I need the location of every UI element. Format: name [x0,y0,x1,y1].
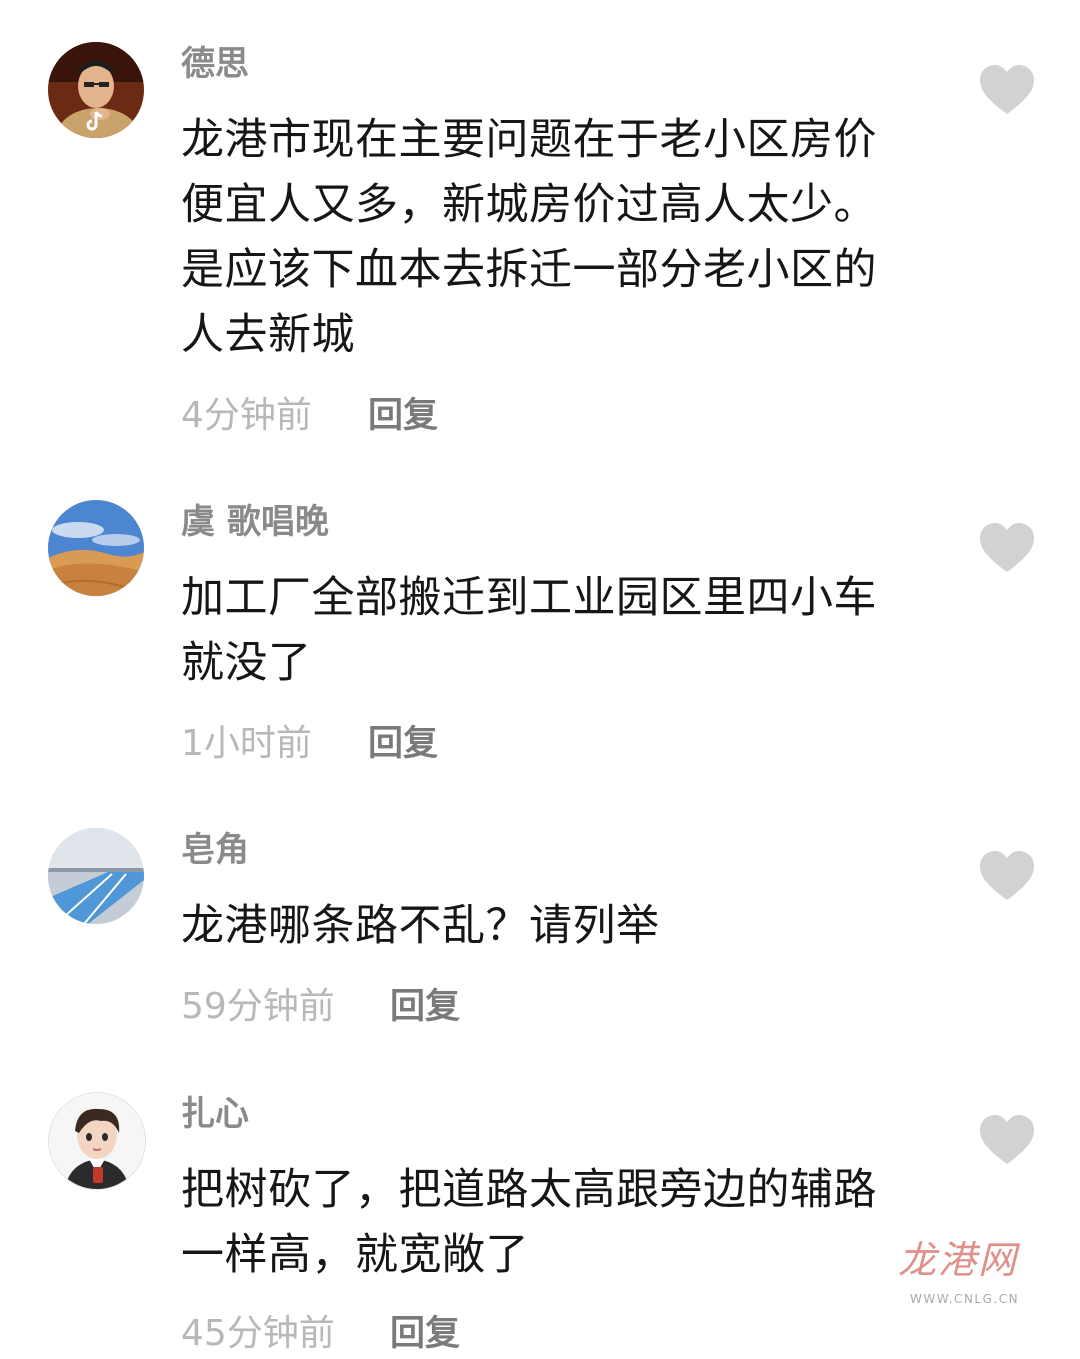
comment-text: 加工厂全部搬迁到工业园区里四小车 就没了 [181,573,877,688]
heart-icon [980,523,1034,572]
timestamp: 59分钟前 [181,986,335,1027]
reply-button[interactable]: 回复 [368,722,438,766]
timestamp: 45分钟前 [181,1313,335,1354]
username[interactable]: 德思 [181,44,249,84]
like-button[interactable] [978,64,1036,116]
like-button[interactable] [978,1114,1036,1166]
username[interactable]: 扎心 [181,1094,249,1134]
heart-icon [980,851,1034,900]
cartoon-boy-icon [49,1093,145,1189]
comment-text: 龙港市现在主要问题在于老小区房价 便宜人又多，新城房价过高人太少。 是应该下血本… [181,115,877,360]
site-watermark: 龙港网 WWW.CNLG.CN [898,1236,1038,1310]
heart-icon [980,1115,1034,1164]
heart-icon [980,65,1034,114]
comment-text: 把树砍了，把道路太高跟旁边的辅路 一样高，就宽敞了 [181,1165,877,1280]
like-button[interactable] [978,522,1036,574]
avatar[interactable] [48,500,144,596]
reply-button[interactable]: 回复 [390,1312,460,1356]
timestamp: 4分钟前 [181,395,312,436]
watermark-logo: 龙港网 [898,1238,1019,1282]
reply-button[interactable]: 回复 [368,394,438,438]
reply-button[interactable]: 回复 [390,985,460,1029]
watermark-url: WWW.CNLG.CN [910,1292,1020,1306]
blue-road-icon [48,828,144,924]
username[interactable]: 皂角 [181,830,249,870]
timestamp: 1小时前 [181,723,312,764]
username[interactable]: 虞 歌唱晚 [181,502,329,542]
comment-text: 龙港哪条路不乱？请列举 [181,901,660,951]
avatar[interactable] [48,828,144,924]
douyin-badge-icon [80,106,110,136]
desert-landscape-icon [48,500,144,596]
like-button[interactable] [978,850,1036,902]
avatar[interactable] [48,1092,146,1190]
